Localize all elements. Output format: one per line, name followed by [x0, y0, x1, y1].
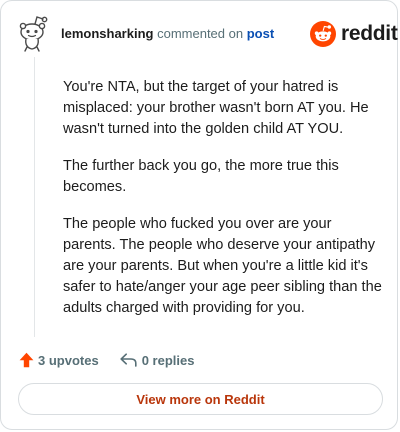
snoo-avatar-icon	[19, 16, 48, 52]
upvote-button[interactable]: 3 upvotes	[19, 352, 99, 368]
user-avatar[interactable]	[15, 13, 51, 53]
comment-paragraph: You're NTA, but the target of your hatre…	[63, 79, 369, 137]
comment-paragraph: The further back you go, the more true t…	[63, 158, 339, 195]
reddit-logo[interactable]: reddit	[310, 19, 398, 49]
reddit-wordmark: reddit	[341, 22, 398, 45]
comment-card: lemonsharking commented on post reddit Y…	[0, 0, 398, 430]
upvote-count: 3 upvotes	[38, 352, 99, 368]
post-link[interactable]: post	[247, 26, 274, 41]
comment-body: You're NTA, but the target of your hatre…	[63, 77, 385, 335]
comment-actions: 3 upvotes 0 replies	[19, 350, 194, 370]
comment-meta: lemonsharking commented on post	[61, 26, 274, 42]
view-more-button[interactable]: View more on Reddit	[18, 383, 383, 415]
reply-button[interactable]: 0 replies	[120, 352, 195, 368]
action-text: commented on	[157, 26, 244, 41]
username-link[interactable]: lemonsharking	[61, 26, 153, 41]
reply-count: 0 replies	[141, 352, 195, 368]
reply-arrow-icon	[120, 353, 137, 367]
reddit-logo-icon	[310, 21, 336, 47]
upvote-arrow-icon	[19, 352, 34, 368]
thread-line	[34, 57, 35, 337]
comment-paragraph: The people who fucked you over are your …	[63, 216, 382, 316]
